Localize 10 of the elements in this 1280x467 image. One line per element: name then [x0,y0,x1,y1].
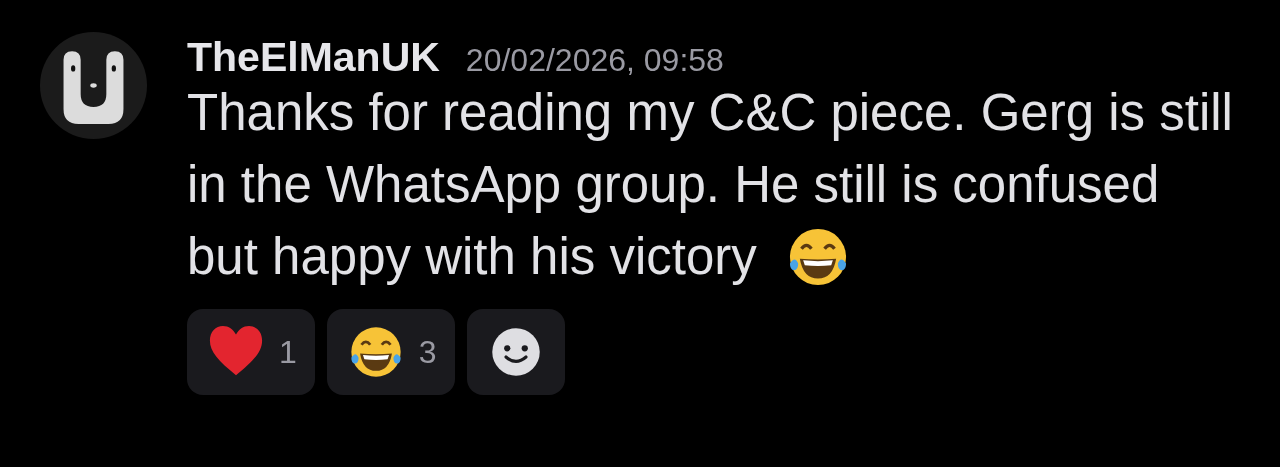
message-text-line: Thanks for reading my C&C piece. Gerg is still [187,83,1233,143]
reaction-button[interactable]: 3 [326,309,455,395]
smiley-icon [490,327,541,377]
message-text-line: but happy with his victory [187,227,757,287]
avatar[interactable] [40,32,147,139]
reaction-button[interactable]: 1 [187,309,315,395]
username[interactable]: TheElManUK [187,34,440,81]
message-text-line: in the WhatsApp group. He still is confused [187,155,1160,215]
timestamp: 20/02/2026, 09:58 [465,42,724,79]
add-reaction-button[interactable] [466,309,565,395]
